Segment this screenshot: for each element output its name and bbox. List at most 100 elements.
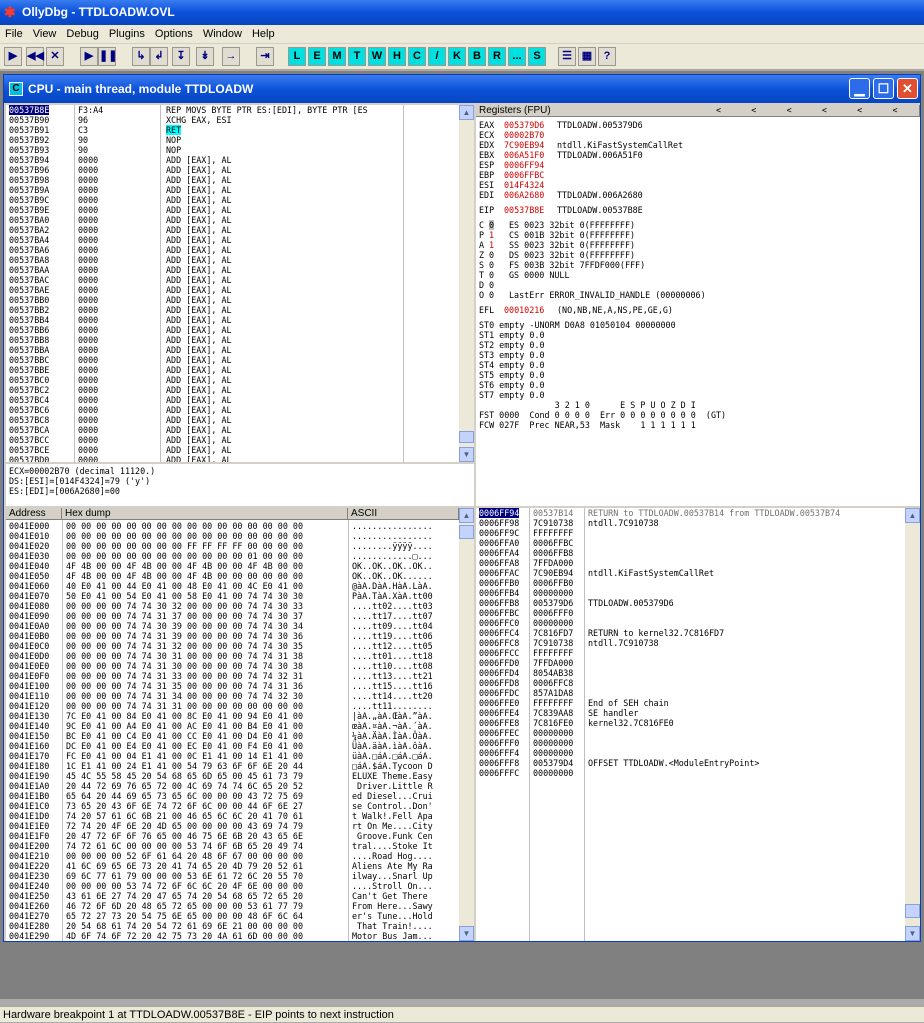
flag-value[interactable]: 1 xyxy=(489,230,494,240)
register-value[interactable]: 014F4324 xyxy=(504,180,544,190)
stack-pane[interactable]: 0006FF94 00537B14 RETURN to TTDLOADW.00537… xyxy=(476,508,920,941)
menu-options[interactable]: Options xyxy=(150,25,198,40)
register-row[interactable]: ESI 014F4324 xyxy=(479,180,544,190)
go-to-icon[interactable]: ⇥ xyxy=(256,47,274,66)
register-value[interactable]: 00537B8E xyxy=(504,205,544,215)
disasm-row[interactable]: 00537BC0 0000 ADD [EAX], AL xyxy=(6,375,459,385)
eflags-value[interactable]: 00010216 xyxy=(504,305,544,315)
stack-row[interactable]: 0006FFF0 00000000 xyxy=(476,738,905,748)
hex-dump-pane[interactable]: Address Hex dump ASCII 0041E000 00 00 00 … xyxy=(6,508,474,941)
register-value[interactable]: 006A2680 xyxy=(504,190,544,200)
window-button-11[interactable]: ... xyxy=(508,47,526,66)
stack-row[interactable]: 0006FFD4 8054AB38 xyxy=(476,668,905,678)
dump-row[interactable]: 0041E150 BC E0 41 00 C4 E0 41 00 CC E0 41… xyxy=(6,731,459,741)
dump-row[interactable]: 0041E290 4D 6F 74 6F 72 20 42 75 73 20 4A… xyxy=(6,931,459,941)
window-button-6[interactable]: C xyxy=(408,47,426,66)
grid-icon[interactable]: ▦ xyxy=(578,47,596,66)
dump-row[interactable]: 0041E140 9C E0 41 00 A4 E0 41 00 AC E0 41… xyxy=(6,721,459,731)
step-over-icon[interactable]: ↲ xyxy=(150,47,168,66)
window-button-2[interactable]: M xyxy=(328,47,346,66)
dump-row[interactable]: 0041E260 46 72 6F 6D 20 48 65 72 65 00 00… xyxy=(6,901,459,911)
stack-row[interactable]: 0006FFA0 0006FFBC xyxy=(476,538,905,548)
window-button-0[interactable]: L xyxy=(288,47,306,66)
stack-row[interactable]: 0006FFF4 00000000 xyxy=(476,748,905,758)
scroll-up-icon[interactable]: ▲ xyxy=(459,508,474,523)
dump-row[interactable]: 0041E1C0 73 65 20 43 6F 6E 74 72 6F 6C 00… xyxy=(6,801,459,811)
disasm-row[interactable]: 00537B93 90 NOP xyxy=(6,145,459,155)
scroll-up-icon[interactable]: ▲ xyxy=(905,508,920,523)
flag-value[interactable]: 0 xyxy=(489,260,494,270)
fpu-row[interactable]: ST5 empty 0.0 xyxy=(479,370,545,380)
flag-row[interactable]: A 1 SS 0023 32bit 0(FFFFFFFF) xyxy=(479,240,635,250)
stack-row[interactable]: 0006FFD8 0006FFC8 xyxy=(476,678,905,688)
dump-row[interactable]: 0041E0B0 00 00 00 00 74 74 31 39 00 00 00… xyxy=(6,631,459,641)
disasm-row[interactable]: 00537BC4 0000 ADD [EAX], AL xyxy=(6,395,459,405)
fpu-row[interactable]: ST0 empty -UNORM D0A8 01050104 00000000 xyxy=(479,320,676,330)
fpu-row[interactable]: ST4 empty 0.0 xyxy=(479,360,545,370)
fpu-row[interactable]: ST2 empty 0.0 xyxy=(479,340,545,350)
disasm-row[interactable]: 00537BC6 0000 ADD [EAX], AL xyxy=(6,405,459,415)
window-button-8[interactable]: K xyxy=(448,47,466,66)
stack-row[interactable]: 0006FFDC 857A1DA8 xyxy=(476,688,905,698)
fpu-row[interactable]: ST7 empty 0.0 xyxy=(479,390,545,400)
scroll-thumb[interactable] xyxy=(459,431,474,443)
disasm-row[interactable]: 00537BCE 0000 ADD [EAX], AL xyxy=(6,445,459,455)
dump-row[interactable]: 0041E020 00 00 00 00 00 00 00 00 FF FF FF… xyxy=(6,541,459,551)
stack-row[interactable]: 0006FFB4 00000000 xyxy=(476,588,905,598)
dump-row[interactable]: 0041E010 00 00 00 00 00 00 00 00 00 00 00… xyxy=(6,531,459,541)
dump-row[interactable]: 0041E210 00 00 00 00 52 6F 61 64 20 48 6F… xyxy=(6,851,459,861)
close-button[interactable]: ✕ xyxy=(897,78,918,99)
disasm-row[interactable]: 00537BBE 0000 ADD [EAX], AL xyxy=(6,365,459,375)
disasm-row[interactable]: 00537B96 0000 ADD [EAX], AL xyxy=(6,165,459,175)
dump-row[interactable]: 0041E000 00 00 00 00 00 00 00 00 00 00 00… xyxy=(6,521,459,531)
disasm-row[interactable]: 00537B9C 0000 ADD [EAX], AL xyxy=(6,195,459,205)
disasm-row[interactable]: 00537BBC 0000 ADD [EAX], AL xyxy=(6,355,459,365)
register-row[interactable]: ECX 00002B70 xyxy=(479,130,544,140)
stack-row[interactable]: 0006FFA8 7FFDA000 xyxy=(476,558,905,568)
flag-value[interactable]: 0 xyxy=(489,290,494,300)
stack-row[interactable]: 0006FFB8 005379D6 TTDLOADW.005379D6 xyxy=(476,598,905,608)
disasm-row[interactable]: 00537BB8 0000 ADD [EAX], AL xyxy=(6,335,459,345)
register-value[interactable]: 0006FFBC xyxy=(504,170,544,180)
register-row[interactable]: EBP 0006FFBC xyxy=(479,170,544,180)
dump-scrollbar[interactable]: ▲ ▼ xyxy=(459,508,474,941)
window-button-4[interactable]: W xyxy=(368,47,386,66)
rewind-icon[interactable]: ◀◀ xyxy=(26,47,44,66)
dump-row[interactable]: 0041E120 00 00 00 00 74 74 31 31 00 00 00… xyxy=(6,701,459,711)
dump-row[interactable]: 0041E230 69 6C 77 61 79 00 00 00 53 6E 61… xyxy=(6,871,459,881)
disassembly-pane[interactable]: 00537B8E F3:A4 REP MOVS BYTE PTR ES:[EDI],… xyxy=(6,105,474,462)
disasm-row[interactable]: 00537B9E 0000 ADD [EAX], AL xyxy=(6,205,459,215)
stack-row[interactable]: 0006FFC0 00000000 xyxy=(476,618,905,628)
window-button-3[interactable]: T xyxy=(348,47,366,66)
disasm-row[interactable]: 00537B91 C3 RET xyxy=(6,125,459,135)
disasm-row[interactable]: 00537BAC 0000 ADD [EAX], AL xyxy=(6,275,459,285)
disasm-row[interactable]: 00537BAA 0000 ADD [EAX], AL xyxy=(6,265,459,275)
stack-row[interactable]: 0006FFC8 7C910738 ntdll.7C910738 xyxy=(476,638,905,648)
scroll-thumb[interactable] xyxy=(459,525,474,539)
flag-row[interactable]: Z 0 DS 0023 32bit 0(FFFFFFFF) xyxy=(479,250,635,260)
dump-header-ascii[interactable]: ASCII xyxy=(348,508,459,520)
register-row[interactable]: ESP 0006FF94 xyxy=(479,160,544,170)
disasm-row[interactable]: 00537BAE 0000 ADD [EAX], AL xyxy=(6,285,459,295)
disasm-row[interactable]: 00537BA8 0000 ADD [EAX], AL xyxy=(6,255,459,265)
disassembly-scrollbar[interactable]: ▲ ▼ xyxy=(459,105,474,462)
dump-row[interactable]: 0041E0A0 00 00 00 00 74 74 30 39 00 00 00… xyxy=(6,621,459,631)
register-row[interactable]: EDI 006A2680 TTDLOADW.006A2680 xyxy=(479,190,643,200)
dump-row[interactable]: 0041E100 00 00 00 00 74 74 31 35 00 00 00… xyxy=(6,681,459,691)
dump-row[interactable]: 0041E250 43 61 6E 27 74 20 47 65 74 20 54… xyxy=(6,891,459,901)
flag-value[interactable]: 0 xyxy=(489,220,495,230)
info-pane[interactable]: ECX=00002B70 (decimal 11120.) DS:[ESI]=[0… xyxy=(6,464,474,506)
step-into-icon[interactable]: ↳ xyxy=(132,47,150,66)
dump-row[interactable]: 0041E180 1C E1 41 00 24 E1 41 00 54 79 63… xyxy=(6,761,459,771)
trace-over-icon[interactable]: ↡ xyxy=(196,47,214,66)
dump-row[interactable]: 0041E1F0 20 47 72 6F 6F 76 65 00 46 75 6E… xyxy=(6,831,459,841)
eflags-row[interactable]: EFL 00010216 (NO,NB,NE,A,NS,PE,GE,G) xyxy=(479,305,673,315)
pause-icon[interactable]: ❚❚ xyxy=(98,47,117,66)
app-titlebar[interactable]: ✱ OllyDbg - TTDLOADW.OVL xyxy=(0,0,924,25)
stack-row[interactable]: 0006FFE0 FFFFFFFF End of SEH chain xyxy=(476,698,905,708)
disasm-row[interactable]: 00537B8E F3:A4 REP MOVS BYTE PTR ES:[EDI],… xyxy=(6,105,459,115)
minimize-button[interactable]: ▁ xyxy=(849,78,870,99)
disasm-row[interactable]: 00537B9A 0000 ADD [EAX], AL xyxy=(6,185,459,195)
stack-row[interactable]: 0006FFC4 7C816FD7 RETURN to kernel32.7C816… xyxy=(476,628,905,638)
menu-plugins[interactable]: Plugins xyxy=(104,25,150,40)
